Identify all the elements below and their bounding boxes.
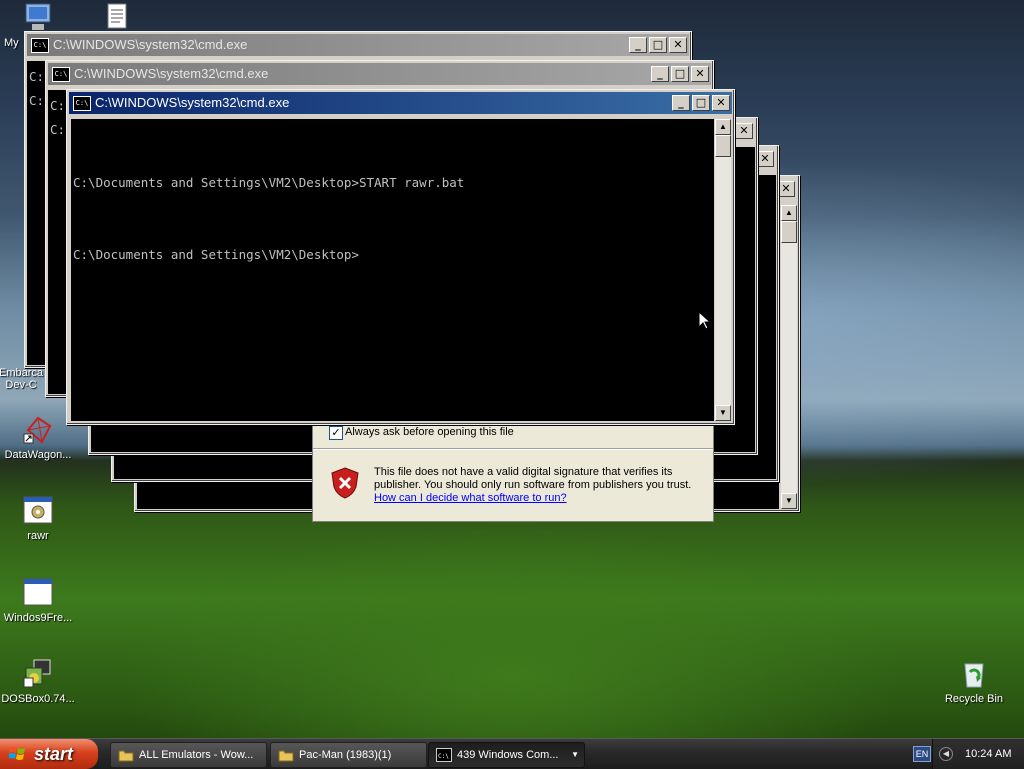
scroll-thumb[interactable] [715, 135, 731, 157]
desktop-icon-rawr[interactable]: rawr [0, 495, 78, 542]
clock[interactable]: 10:24 AM [965, 739, 1011, 769]
close-button[interactable]: ✕ [777, 181, 795, 197]
close-button[interactable]: ✕ [691, 66, 709, 82]
console-line: C:\Documents and Settings\VM2\Desktop>ST… [73, 175, 465, 190]
recycle-bin-icon [958, 658, 990, 690]
minimize-button[interactable]: _ [629, 37, 647, 53]
desktop-icon-label: rawr [27, 530, 49, 542]
window-title: C:\WINDOWS\system32\cmd.exe [95, 95, 290, 110]
desktop-icon-label: DOSBox0.74... [1, 693, 75, 705]
desktop-icon-label: Recycle Bin [944, 693, 1004, 705]
taskbar-item-emulators[interactable]: ALL Emulators - Wow... [110, 742, 267, 768]
folder-icon [118, 750, 134, 762]
show-hidden-icons-button[interactable]: ◀ [939, 747, 953, 761]
signature-warning-text: This file does not have a valid digital … [374, 466, 692, 491]
window-controls: _□✕ [670, 95, 730, 111]
vertical-scrollbar[interactable]: ▲ ▼ [715, 119, 731, 421]
close-button[interactable]: ✕ [735, 123, 753, 139]
close-button[interactable]: ✕ [712, 95, 730, 111]
mouse-cursor-icon [698, 311, 710, 330]
cmd-window-active[interactable]: C:\ C:\WINDOWS\system32\cmd.exe _ □ ✕ C:\D… [66, 89, 735, 425]
title-bar[interactable]: C:\ C:\WINDOWS\system32\cmd.exe _ □ ✕ [27, 34, 689, 56]
taskbar-item-label: 439 Windows Com... [457, 749, 559, 761]
start-label: start [34, 744, 74, 764]
maximize-button[interactable]: □ [692, 95, 710, 111]
start-button[interactable]: start [0, 739, 98, 769]
cmd-icon: C:\ [52, 67, 70, 82]
divider [313, 448, 713, 450]
dosbox-icon [22, 658, 54, 690]
application-window-icon [22, 577, 54, 609]
language-indicator[interactable]: EN [913, 746, 931, 762]
taskbar-item-label: Pac-Man (1983)(1) [299, 749, 392, 761]
cmd-icon: C:\ [31, 38, 49, 53]
window-title: C:\WINDOWS\system32\cmd.exe [74, 66, 269, 81]
title-bar[interactable]: C:\ C:\WINDOWS\system32\cmd.exe _ □ ✕ [48, 63, 711, 85]
desktop-icon-label: Windos9Fre... [3, 612, 73, 624]
close-button[interactable]: ✕ [756, 151, 774, 167]
desktop-icon-windos9fre[interactable]: Windos9Fre... [0, 577, 78, 624]
system-tray: ◀ 10:24 AM [932, 739, 1024, 769]
datawagon-icon [22, 414, 54, 446]
cmd-icon: C:\ [73, 96, 91, 111]
cmd-icon: C:\ [436, 748, 452, 762]
folder-icon [278, 750, 294, 762]
minimize-button[interactable]: _ [672, 95, 690, 111]
taskbar-item-windows-command[interactable]: C:\ 439 Windows Com... ▼ [428, 742, 585, 768]
minimize-button[interactable]: _ [651, 66, 669, 82]
always-ask-checkbox[interactable]: ✓ [329, 426, 343, 440]
group-dropdown-icon[interactable]: ▼ [571, 743, 579, 767]
scroll-down-button[interactable]: ▼ [715, 405, 731, 421]
computer-icon [22, 2, 54, 34]
maximize-button[interactable]: □ [671, 66, 689, 82]
taskbar-item-label: ALL Emulators - Wow... [139, 749, 254, 761]
desktop-icon-recycle-bin[interactable]: Recycle Bin [934, 658, 1014, 705]
scroll-thumb[interactable] [781, 221, 797, 243]
vertical-scrollbar[interactable]: ▲ ▼ [781, 205, 797, 509]
taskbar-item-pac-man[interactable]: Pac-Man (1983)(1) [270, 742, 427, 768]
title-bar[interactable]: C:\ C:\WINDOWS\system32\cmd.exe _ □ ✕ [69, 92, 732, 114]
console-area[interactable]: C:\Documents and Settings\VM2\Desktop>ST… [71, 119, 714, 421]
windows-logo-icon [9, 747, 25, 760]
security-warning-dialog[interactable]: ✓ Always ask before opening this file Th… [312, 420, 714, 522]
close-button[interactable]: ✕ [669, 37, 687, 53]
window-title: C:\WINDOWS\system32\cmd.exe [53, 37, 248, 52]
security-shield-icon [331, 467, 359, 499]
desktop-icon-label: DataWagon... [4, 449, 72, 461]
help-link[interactable]: How can I decide what software to run? [374, 492, 567, 504]
window-controls: _□✕ [649, 66, 709, 82]
maximize-button[interactable]: □ [649, 37, 667, 53]
window-controls: _□✕ [627, 37, 687, 53]
console-line: C:\Documents and Settings\VM2\Desktop> [73, 247, 359, 262]
always-ask-label[interactable]: Always ask before opening this file [345, 426, 514, 438]
scroll-up-button[interactable]: ▲ [715, 119, 731, 135]
svg-text:C:\: C:\ [438, 753, 449, 760]
text-file-icon [100, 2, 132, 34]
scroll-down-button[interactable]: ▼ [781, 493, 797, 509]
scroll-up-button[interactable]: ▲ [781, 205, 797, 221]
desktop-icon-dosbox[interactable]: DOSBox0.74... [0, 658, 78, 705]
batch-file-icon [22, 495, 54, 527]
taskbar: start ALL Emulators - Wow... Pac-Man (19… [0, 738, 1024, 769]
